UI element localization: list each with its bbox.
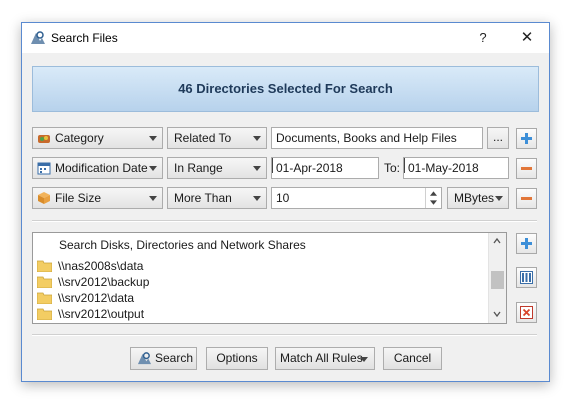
- window-title: Search Files: [51, 31, 118, 45]
- directories-icon: [520, 271, 533, 284]
- rule3-operator-text: More Than: [174, 191, 232, 205]
- list-scrollbar[interactable]: [488, 233, 506, 323]
- rule1-operator-text: Related To: [174, 131, 232, 145]
- locations-header: Search Disks, Directories and Network Sh…: [59, 238, 306, 252]
- separator: [32, 334, 537, 336]
- remove-location-button[interactable]: [516, 302, 537, 323]
- delete-icon: [520, 306, 533, 319]
- selection-banner: 46 Directories Selected For Search: [32, 66, 539, 112]
- list-item-label: \\nas2008s\data: [58, 259, 144, 273]
- scroll-thumb[interactable]: [491, 271, 504, 289]
- list-item-label: \\srv2012\output: [58, 307, 145, 321]
- rule3-field-select[interactable]: File Size: [32, 187, 163, 209]
- chevron-down-icon: [253, 136, 261, 141]
- list-item-label: \\srv2012\backup: [58, 275, 150, 289]
- size-value-text: 10: [276, 191, 290, 205]
- size-spinner[interactable]: [425, 188, 441, 208]
- remove-rule3-button[interactable]: [516, 188, 537, 209]
- size-unit-select[interactable]: MBytes: [447, 187, 509, 209]
- chevron-down-icon: [253, 196, 261, 201]
- category-icon: [38, 135, 50, 143]
- browse-categories-button[interactable]: ...: [487, 127, 509, 149]
- folder-icon: [37, 260, 52, 272]
- rule1-field-select[interactable]: Category: [32, 127, 163, 149]
- match-rules-select[interactable]: Match All Rules: [275, 347, 375, 370]
- chevron-down-icon: [149, 196, 157, 201]
- rule1-value-text: Documents, Books and Help Files: [276, 131, 457, 145]
- locations-list[interactable]: Search Disks, Directories and Network Sh…: [32, 232, 507, 324]
- rule1-field-text: Category: [55, 131, 104, 145]
- date-from-text: 01-Apr-2018: [276, 161, 343, 175]
- remove-rule2-button[interactable]: [516, 158, 537, 179]
- cancel-button[interactable]: Cancel: [383, 347, 442, 370]
- separator: [32, 220, 537, 222]
- search-icon: [137, 352, 152, 365]
- spin-up-icon[interactable]: [430, 191, 437, 196]
- close-button[interactable]: ✕: [514, 27, 540, 49]
- folder-icon: [37, 308, 52, 320]
- calendar-icon: [37, 162, 51, 175]
- select-locations-button[interactable]: [516, 267, 537, 288]
- scroll-up-icon[interactable]: [493, 237, 501, 245]
- rule1-operator-select[interactable]: Related To: [167, 127, 267, 149]
- rule2-field-text: Modification Date: [55, 161, 148, 175]
- minus-icon: [521, 167, 532, 170]
- folder-icon: [37, 276, 52, 288]
- chevron-down-icon: [149, 136, 157, 141]
- chevron-down-icon: [149, 166, 157, 171]
- scroll-down-icon[interactable]: [493, 310, 501, 318]
- rule1-value-field[interactable]: Documents, Books and Help Files: [271, 127, 483, 149]
- add-rule-button[interactable]: [516, 128, 537, 149]
- size-value-input[interactable]: 10: [271, 187, 442, 209]
- chevron-down-icon: [360, 357, 368, 362]
- rule3-field-text: File Size: [55, 191, 102, 205]
- help-button[interactable]: ?: [470, 27, 496, 49]
- chevron-down-icon: [253, 166, 261, 171]
- size-unit-text: MBytes: [454, 191, 495, 205]
- date-to-picker[interactable]: 01-May-2018: [403, 157, 509, 179]
- match-rules-label: Match All Rules: [280, 351, 363, 365]
- search-files-dialog: Search Files ? ✕ 46 Directories Selected…: [21, 22, 550, 382]
- date-to-text: 01-May-2018: [408, 161, 479, 175]
- chevron-down-icon: [404, 158, 405, 173]
- search-button-label: Search: [155, 351, 194, 365]
- add-location-button[interactable]: [516, 233, 537, 254]
- search-files-app-icon: [31, 31, 45, 44]
- rule2-operator-select[interactable]: In Range: [167, 157, 267, 179]
- list-item-label: \\srv2012\data: [58, 291, 135, 305]
- rule2-operator-text: In Range: [174, 161, 223, 175]
- options-button[interactable]: Options: [206, 347, 268, 370]
- folder-icon: [37, 292, 52, 304]
- rule3-operator-select[interactable]: More Than: [167, 187, 267, 209]
- date-from-picker[interactable]: 01-Apr-2018: [271, 157, 379, 179]
- search-button[interactable]: Search: [130, 347, 197, 370]
- minus-icon: [521, 197, 532, 200]
- chevron-down-icon: [272, 158, 273, 173]
- rule2-field-select[interactable]: Modification Date: [32, 157, 163, 179]
- chevron-down-icon: [495, 196, 503, 201]
- spin-down-icon[interactable]: [430, 200, 437, 205]
- file-size-icon: [38, 192, 50, 204]
- to-label: To:: [384, 161, 401, 175]
- title-bar[interactable]: Search Files ? ✕: [22, 23, 549, 53]
